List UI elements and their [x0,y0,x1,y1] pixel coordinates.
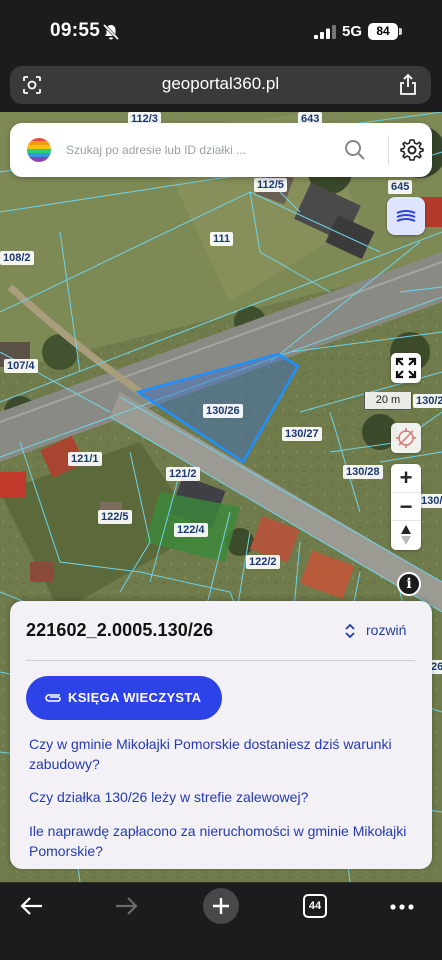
panel-divider [26,660,415,661]
search-input[interactable] [66,123,336,177]
fullscreen-button[interactable] [391,353,421,383]
expand-label[interactable]: rozwiń [366,622,406,638]
parcel-label-selected[interactable]: 130/26 [203,404,243,418]
back-arrow-icon[interactable] [20,895,44,917]
parcel-label[interactable]: 111 [210,232,234,246]
map-scale: 20 m [364,392,412,410]
zoom-in-button[interactable]: + [391,464,421,492]
search-box[interactable] [10,123,432,177]
fullscreen-icon [395,357,417,379]
parcel-label[interactable]: 108/2 [0,251,34,265]
parcel-label[interactable]: 121/2 [166,467,200,481]
share-icon[interactable] [399,74,417,96]
battery-cap [399,28,402,35]
compass-button[interactable] [391,520,421,548]
parcel-label[interactable]: 130/28 [343,465,383,479]
parcel-label[interactable]: 122/5 [98,510,132,524]
geoportal-logo-icon [27,138,51,162]
parcel-label[interactable]: 130/25 [413,394,442,408]
locate-me-button[interactable] [391,423,421,453]
search-divider [388,135,389,165]
new-tab-button[interactable] [203,888,239,924]
forward-arrow-icon[interactable] [114,895,138,917]
paperclip-icon [45,694,61,702]
bell-off-icon [102,23,120,41]
network-type: 5G [342,23,363,40]
info-button[interactable]: i [397,572,421,596]
layers-icon [396,210,416,222]
status-bar: 09:55 5G 84 [0,0,442,62]
compass-icon [401,525,411,545]
url-text[interactable]: geoportal360.pl [10,74,431,94]
url-bar[interactable]: geoportal360.pl [10,66,431,104]
expand-chevrons-icon [345,623,355,639]
parcel-label[interactable]: 107/4 [4,359,38,373]
location-off-icon [396,428,416,448]
question-link-flood-zone[interactable]: Czy działka 130/26 leży w strefie zalewo… [29,787,409,807]
layers-button[interactable] [387,197,425,235]
parcel-info-panel: 221602_2.0005.130/26 rozwiń KSIĘGA WIECZ… [10,601,432,869]
parcel-label[interactable]: 645 [388,180,413,194]
land-register-button[interactable]: KSIĘGA WIECZYSTA [26,676,222,720]
gear-icon[interactable] [400,138,424,162]
parcel-label[interactable]: 122/4 [174,523,208,537]
search-icon[interactable] [344,139,366,161]
parcel-label[interactable]: 122/2 [246,555,280,569]
zoom-out-button[interactable]: − [391,492,421,520]
zoom-controls: + − [391,464,421,550]
parcel-label[interactable]: 121/1 [68,452,102,466]
parcel-label[interactable]: 130/27 [282,427,322,441]
tab-switcher-button[interactable]: 44 [303,894,327,918]
browser-toolbar: 44 [0,882,442,960]
question-link-zoning[interactable]: Czy w gminie Mikołajki Pomorskie dostani… [29,734,409,774]
parcel-label[interactable]: 112/5 [254,178,287,192]
more-options-icon[interactable] [390,904,414,910]
status-time: 09:55 [50,20,101,41]
signal-icon [314,25,336,39]
parcel-label[interactable]: 130/2 [418,494,442,508]
land-register-label: KSIĘGA WIECZYSTA [68,690,202,705]
battery-icon: 84 [368,23,398,40]
question-link-prices[interactable]: Ile naprawdę zapłacono za nieruchomości … [29,821,409,861]
plus-icon [213,898,229,914]
parcel-id: 221602_2.0005.130/26 [26,620,214,640]
